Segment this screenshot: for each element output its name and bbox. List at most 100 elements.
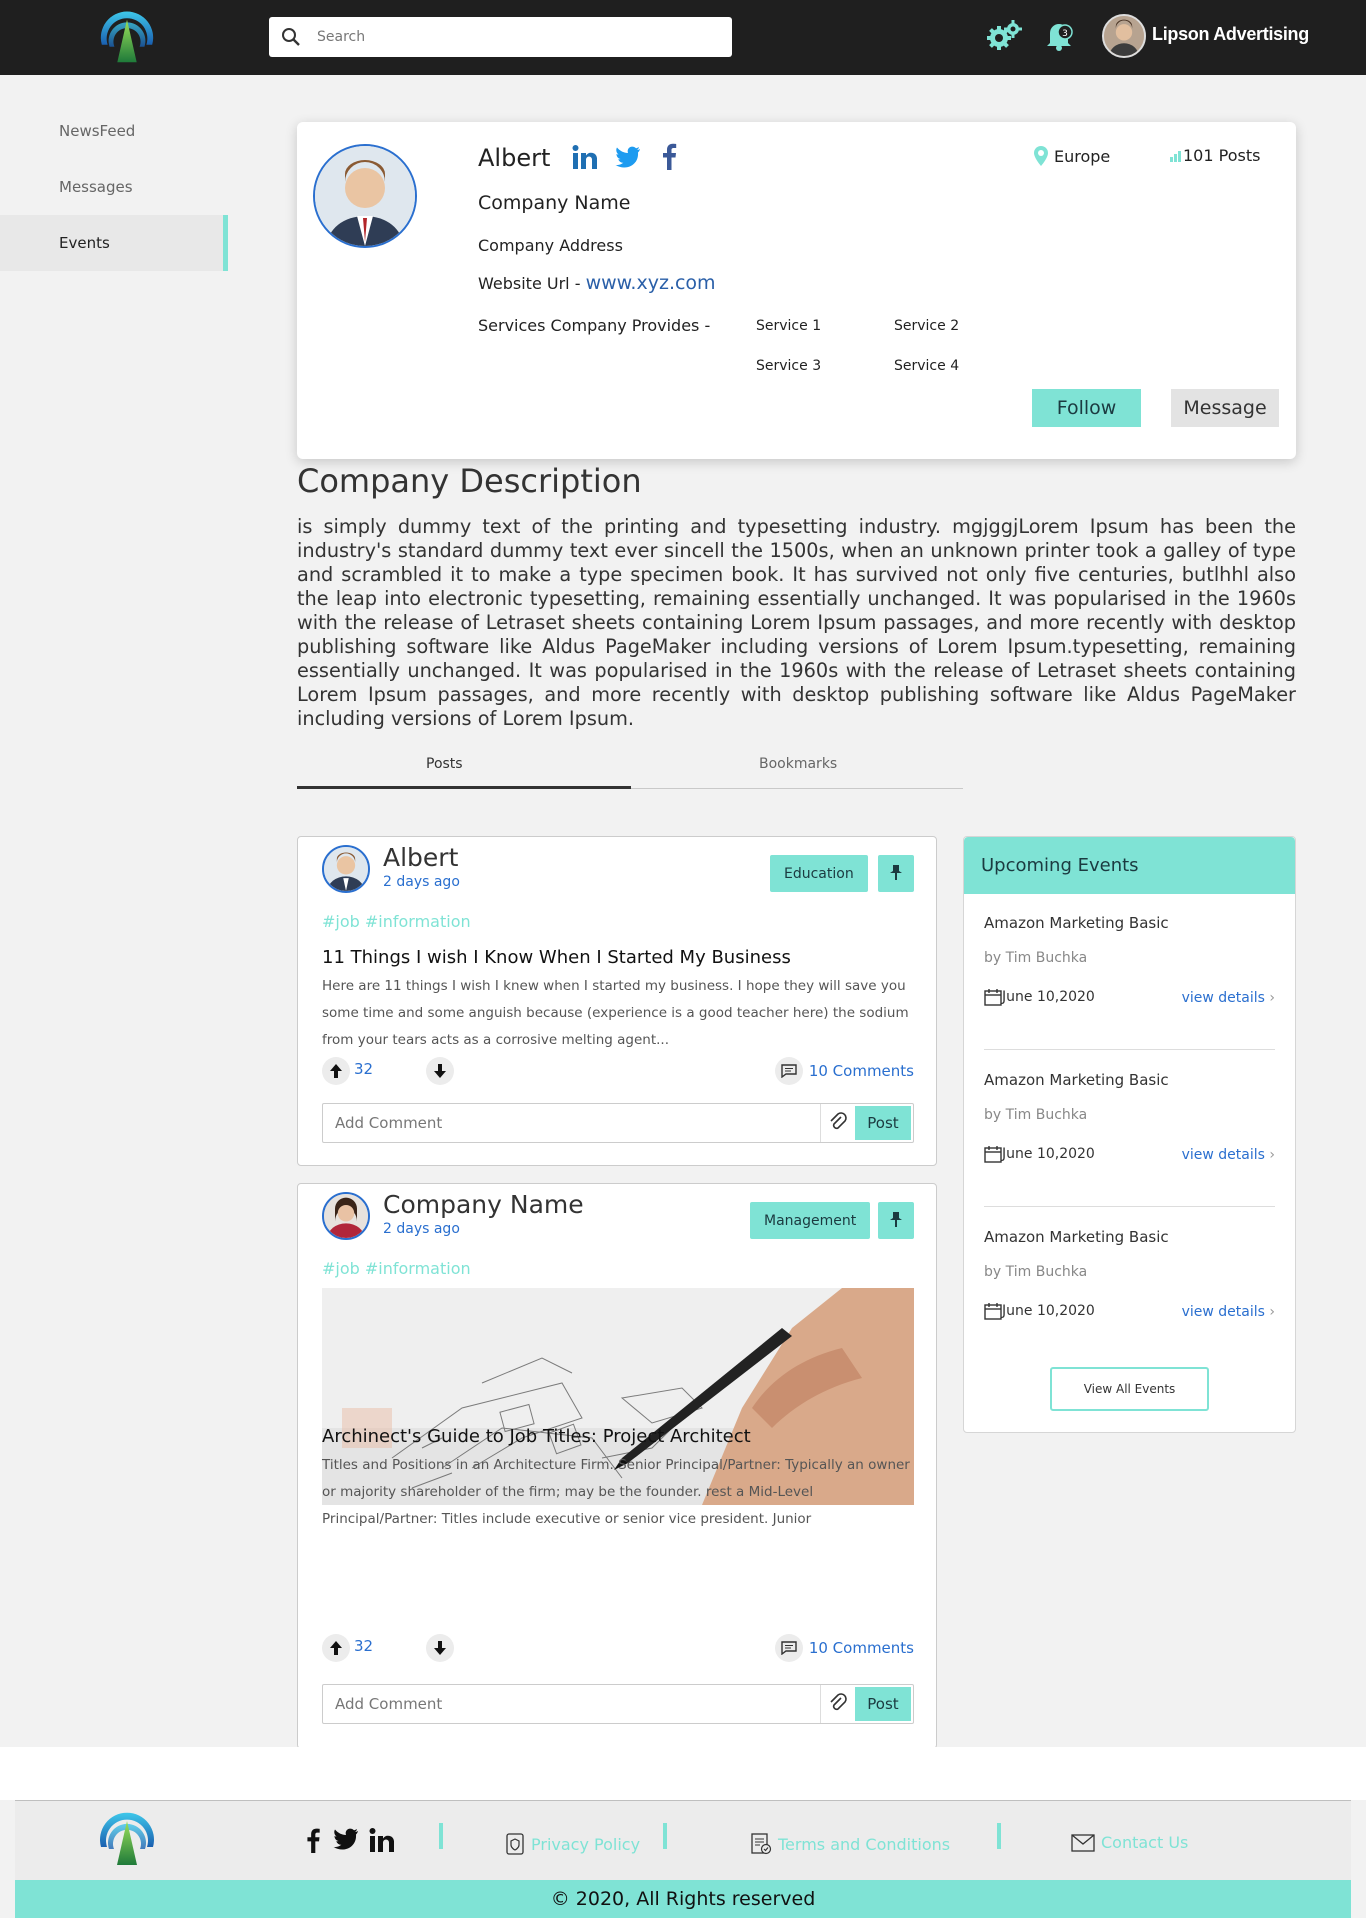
user-avatar[interactable]: [1102, 14, 1146, 58]
notifications-bell-icon[interactable]: 3: [1042, 18, 1076, 52]
terms-label: Terms and Conditions: [778, 1834, 951, 1854]
post-category-tag[interactable]: Education: [770, 855, 868, 892]
post-body: Here are 11 things I wish I knew when I …: [322, 978, 909, 1048]
comment-icon: [774, 1634, 803, 1662]
post-category-tag[interactable]: Management: [750, 1202, 871, 1239]
event-organizer: by Tim Buchka: [984, 1107, 1088, 1123]
post-comment-button[interactable]: Post: [855, 1106, 911, 1140]
service-item: Service 3: [756, 358, 822, 374]
attachment-button[interactable]: [820, 1104, 856, 1142]
footer-divider: [439, 1823, 443, 1849]
event-date: June 10,2020: [984, 1302, 1095, 1320]
tab-posts[interactable]: Posts: [426, 756, 463, 772]
privacy-policy-link[interactable]: Privacy Policy: [505, 1833, 640, 1855]
posts-count-text: 101 Posts: [1183, 146, 1261, 165]
post-hashtags[interactable]: #job #information: [322, 1259, 471, 1278]
sidebar-item-events[interactable]: Events: [0, 215, 228, 271]
post-author-avatar[interactable]: [322, 845, 370, 893]
event-title[interactable]: Amazon Marketing Basic: [984, 914, 1169, 932]
upvote-count: 32: [354, 1637, 374, 1655]
event-title[interactable]: Amazon Marketing Basic: [984, 1071, 1169, 1089]
page-spacer: [0, 1747, 1366, 1800]
attachment-button[interactable]: [820, 1685, 856, 1723]
post-title[interactable]: Archinect's Guide to Job Titles: Project…: [322, 1426, 751, 1447]
view-details-link[interactable]: view details ›: [1182, 990, 1275, 1006]
footer-facebook-icon[interactable]: [305, 1827, 321, 1853]
content-tabs: Posts Bookmarks: [297, 746, 963, 789]
settings-gear-icon[interactable]: [986, 18, 1022, 54]
comments-count: 10 Comments: [808, 1062, 914, 1080]
chevron-right-icon: ›: [1269, 1147, 1275, 1163]
comment-input[interactable]: [323, 1104, 820, 1142]
website-label: Website Url -: [478, 274, 581, 293]
calendar-icon: [984, 989, 1002, 1006]
user-name[interactable]: Lipson Advertising: [1152, 24, 1309, 45]
services-label: Services Company Provides -: [478, 316, 711, 335]
location-pin-icon: [1034, 146, 1048, 166]
website-link[interactable]: www.xyz.com: [586, 272, 716, 294]
comments-link[interactable]: 10 Comments: [774, 1057, 914, 1085]
service-item: Service 2: [894, 318, 960, 334]
footer-linkedin-icon[interactable]: [369, 1827, 395, 1853]
comments-link[interactable]: 10 Comments: [774, 1634, 914, 1662]
divider: [984, 1206, 1275, 1207]
tab-bookmarks[interactable]: Bookmarks: [759, 756, 837, 772]
view-details-label: view details: [1181, 990, 1265, 1006]
sidebar: NewsFeed Messages Events: [0, 103, 228, 271]
pin-button[interactable]: [878, 855, 914, 892]
upcoming-events-title: Upcoming Events: [964, 837, 1295, 894]
comment-box: Post: [322, 1103, 914, 1143]
view-all-events-button[interactable]: View All Events: [1050, 1367, 1209, 1411]
downvote-button[interactable]: [426, 1634, 454, 1662]
event-title[interactable]: Amazon Marketing Basic: [984, 1228, 1169, 1246]
event-organizer: by Tim Buchka: [984, 950, 1088, 966]
footer-twitter-icon[interactable]: [333, 1827, 359, 1853]
pin-button[interactable]: [878, 1202, 914, 1239]
twitter-icon[interactable]: [615, 146, 641, 170]
downvote-button[interactable]: [426, 1057, 454, 1085]
profile-card: Albert Company Name Company Address Webs…: [297, 122, 1296, 459]
chevron-right-icon: ›: [1269, 990, 1275, 1006]
brand-logo[interactable]: [96, 6, 158, 68]
top-navbar: 3 Lipson Advertising: [0, 0, 1366, 75]
arrow-up-icon: [330, 1064, 342, 1078]
contact-us-link[interactable]: Contact Us: [1071, 1833, 1188, 1852]
comment-box: Post: [322, 1684, 914, 1724]
arrow-down-icon: [434, 1064, 446, 1078]
active-tab-indicator: [297, 786, 631, 789]
post-time: 2 days ago: [383, 1221, 460, 1237]
post-comment-button[interactable]: Post: [855, 1687, 911, 1721]
copyright-bar: © 2020, All Rights reserved: [15, 1880, 1351, 1918]
linkedin-icon[interactable]: [572, 144, 598, 170]
search-box[interactable]: [269, 17, 732, 57]
terms-link[interactable]: Terms and Conditions: [750, 1833, 950, 1855]
follow-button[interactable]: Follow: [1032, 389, 1141, 427]
post-title[interactable]: 11 Things I wish I Know When I Started M…: [322, 947, 791, 968]
sidebar-item-newsfeed[interactable]: NewsFeed: [0, 103, 228, 159]
service-item: Service 4: [894, 358, 960, 374]
view-details-link[interactable]: view details ›: [1182, 1304, 1275, 1320]
calendar-icon: [984, 1303, 1002, 1320]
comment-input[interactable]: [323, 1685, 820, 1723]
event-organizer: by Tim Buchka: [984, 1264, 1088, 1280]
upvote-button[interactable]: [322, 1057, 350, 1085]
pin-icon: [890, 1212, 902, 1227]
footer-brand-logo[interactable]: [95, 1807, 159, 1871]
sidebar-item-messages[interactable]: Messages: [0, 159, 228, 215]
view-details-link[interactable]: view details ›: [1182, 1147, 1275, 1163]
paperclip-icon: [830, 1112, 847, 1130]
upvote-button[interactable]: [322, 1634, 350, 1662]
post-card: Albert 2 days ago Education #job #inform…: [297, 836, 937, 1166]
post-author-avatar[interactable]: [322, 1192, 370, 1240]
comments-count: 10 Comments: [808, 1639, 914, 1657]
privacy-policy-label: Privacy Policy: [531, 1834, 641, 1854]
post-author-name[interactable]: Company Name: [383, 1190, 584, 1219]
footer-divider: [997, 1823, 1001, 1849]
facebook-icon[interactable]: [661, 142, 677, 170]
message-button[interactable]: Message: [1171, 389, 1279, 427]
event-date-text: June 10,2020: [1002, 1303, 1095, 1319]
post-author-name[interactable]: Albert: [383, 843, 458, 872]
post-hashtags[interactable]: #job #information: [322, 912, 471, 931]
search-input[interactable]: [317, 17, 717, 57]
calendar-icon: [984, 1146, 1002, 1163]
